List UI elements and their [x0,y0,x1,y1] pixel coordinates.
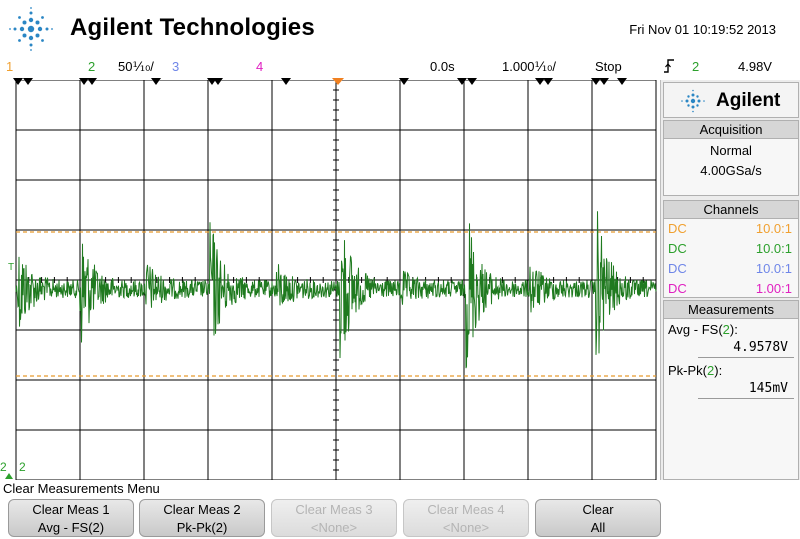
channel-2-ground-label: 2 [19,460,26,474]
timebase-marker-strip [13,78,627,85]
measurement-1-suffix: ): [729,322,738,337]
channel-1-probe: 10.0:1 [755,221,792,236]
channel-1-indicator[interactable]: 1 [6,59,13,74]
timebase-marker [23,78,33,85]
clear-meas-2-button[interactable]: Clear Meas 2 Pk-Pk(2) [139,499,265,537]
clear-meas-1-button[interactable]: Clear Meas 1 Avg - FS(2) [8,499,134,537]
horizontal-delay: 0.0s [430,59,455,74]
run-state: Stop [595,59,622,74]
softkey-1-label: Clear Meas 1 [32,502,110,517]
trigger-level: 4.98V [738,59,772,74]
channel-2-indicator[interactable]: 2 [88,59,95,74]
channel-3-indicator[interactable]: 3 [172,59,179,74]
side-panel: Agilent Acquisition Normal 4.00GSa/s Cha… [660,80,800,480]
channel-4-indicator[interactable]: 4 [256,59,263,74]
channel-3-coupling: DC [668,261,687,276]
panel-logo-text: Agilent [716,90,781,111]
agilent-spark-logo-icon [9,7,53,51]
measurement-1-name: Avg - FS( [668,322,723,337]
datetime-readout: Fri Nov 01 10:19:52 2013 [629,22,776,37]
brand-bar: Agilent Technologies Fri Nov 01 10:19:52… [0,0,800,58]
clear-meas-3-button[interactable]: Clear Meas 3 <None> [271,499,397,537]
acquisition-box[interactable]: Acquisition Normal 4.00GSa/s [663,120,799,196]
trigger-level-marker: T [8,262,14,273]
channel-2-scale: 50⅒/ [118,59,154,74]
softkey-1-value: Avg - FS(2) [37,520,105,535]
channel-4-row: DC 1.00:1 [664,279,798,299]
timebase-scale: 1.000⅒/ [502,59,556,74]
channels-box[interactable]: Channels DC 10.0:1 DC 10.0:1 DC 10.0:1 D… [663,200,799,298]
timebase-marker [617,78,627,85]
channel-1-row: DC 10.0:1 [664,219,798,239]
channel-4-coupling: DC [668,281,687,296]
trigger-edge-icon [663,59,675,76]
softkey-4-value: <None> [442,520,490,535]
measurement-2-value: 145mV [698,380,794,399]
channel-2-probe: 10.0:1 [755,241,792,256]
channel-2-coupling: DC [668,241,687,256]
channel-3-probe: 10.0:1 [755,261,792,276]
timebase-marker [79,78,89,85]
panel-logo: Agilent [663,82,799,118]
measurement-1-label: Avg - FS(2): [664,321,798,339]
agilent-spark-small-icon [681,89,705,113]
clear-meas-4-button[interactable]: Clear Meas 4 <None> [403,499,529,537]
channel-1-coupling: DC [668,221,687,236]
clear-all-button[interactable]: Clear All [535,499,661,537]
timebase-marker [151,78,161,85]
channels-title: Channels [664,201,798,219]
measurement-2-label: Pk-Pk(2): [664,362,798,380]
timebase-marker [281,78,291,85]
acquisition-rate: 4.00GSa/s [700,163,762,178]
softkey-2-label: Clear Meas 2 [163,502,241,517]
timebase-marker [591,78,601,85]
measurement-2-suffix: ): [714,363,723,378]
measurement-1-value: 4.9578V [698,339,794,358]
timebase-marker [87,78,97,85]
menu-title: Clear Measurements Menu [3,481,160,496]
status-row: 1 2 50⅒/ 3 4 0.0s 1.000⅒/ Stop 2 4.98V [0,58,800,80]
channel-2-ground-marker: 2 [0,460,7,474]
trigger-position-marker[interactable] [332,78,344,85]
timebase-marker [399,78,409,85]
softkey-5-value: All [590,520,606,535]
softkey-2-value: Pk-Pk(2) [176,520,228,535]
measurements-box[interactable]: Measurements Avg - FS(2): 4.9578V Pk-Pk(… [663,300,799,480]
softkey-4-label: Clear Meas 4 [427,502,505,517]
channel-4-probe: 1.00:1 [755,281,792,296]
measurement-2-name: Pk-Pk( [668,363,707,378]
softkey-3-label: Clear Meas 3 [295,502,373,517]
timebase-marker [543,78,553,85]
waveform-display[interactable]: T 2 2 [0,80,660,480]
timebase-marker [599,78,609,85]
measurements-title: Measurements [664,301,798,319]
timebase-marker [13,78,23,85]
brand-name: Agilent Technologies [70,14,315,41]
timebase-marker [457,78,467,85]
timebase-marker [467,78,477,85]
timebase-marker [535,78,545,85]
trigger-source: 2 [692,59,700,74]
softkey-5-label: Clear [582,502,614,517]
measurement-1-channel: 2 [722,322,730,337]
channel-2-row: DC 10.0:1 [664,239,798,259]
channel-3-row: DC 10.0:1 [664,259,798,279]
softkey-3-value: <None> [310,520,358,535]
acquisition-title: Acquisition [664,121,798,139]
acquisition-mode: Normal [710,143,752,158]
